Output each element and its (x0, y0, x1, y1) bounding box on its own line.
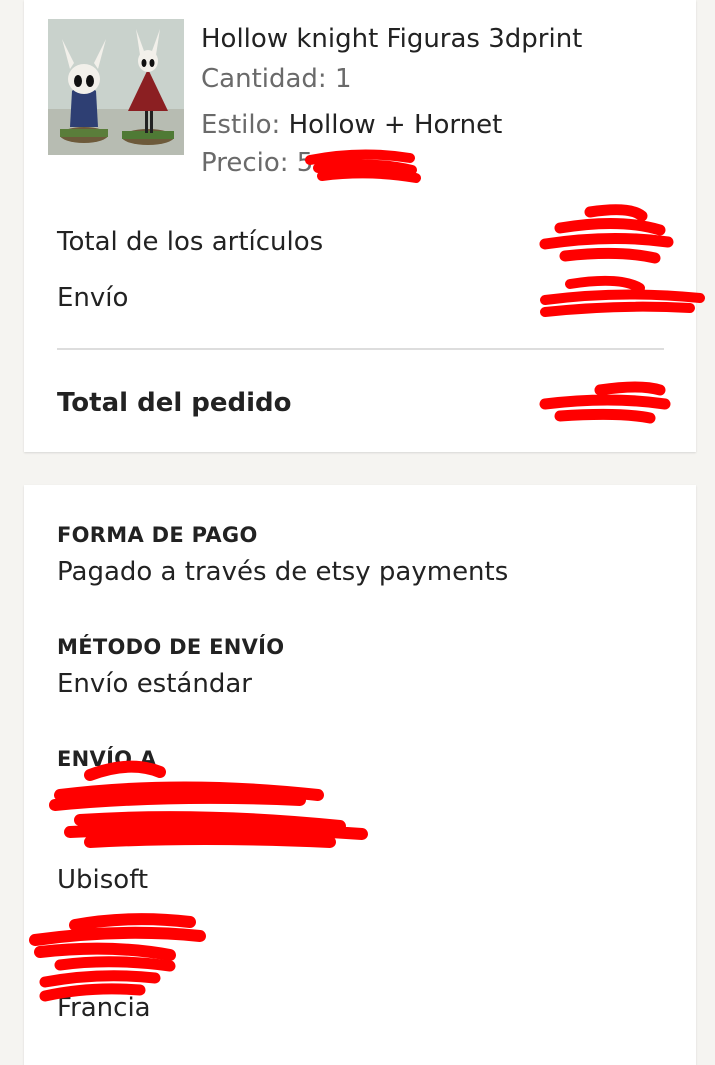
payment-value: Pagado a través de etsy payments (57, 557, 509, 587)
quantity-label: Cantidad: (201, 64, 327, 94)
quantity-row: Cantidad: 1 (201, 64, 352, 94)
product-thumbnail[interactable] (48, 19, 184, 155)
shipping-method-heading: MÉTODO DE ENVÍO (57, 635, 285, 659)
price-value: 5 (296, 148, 314, 178)
order-total-label: Total del pedido (57, 388, 292, 418)
product-photo-icon (48, 19, 184, 155)
style-value: Hollow + Hornet (288, 110, 503, 140)
order-details-card: FORMA DE PAGO Pagado a través de etsy pa… (24, 485, 696, 1065)
payment-heading: FORMA DE PAGO (57, 523, 258, 547)
price-label: Precio: (201, 148, 289, 178)
order-summary-card: Hollow knight Figuras 3dprint Cantidad: … (24, 0, 696, 452)
address-company: Ubisoft (57, 865, 149, 895)
shipping-method-value: Envío estándar (57, 669, 252, 699)
ship-to-heading: ENVÍO A (57, 747, 157, 771)
shipping-cost-label: Envío (57, 283, 129, 313)
items-total-label: Total de los artículos (57, 227, 324, 257)
style-label: Estilo: (201, 110, 281, 140)
address-country: Francia (57, 993, 151, 1023)
price-row: Precio: 5 (201, 148, 313, 178)
product-title[interactable]: Hollow knight Figuras 3dprint (201, 24, 582, 54)
quantity-value: 1 (334, 64, 352, 94)
style-row: Estilo: Hollow + Hornet (201, 110, 502, 140)
summary-divider (57, 348, 664, 350)
